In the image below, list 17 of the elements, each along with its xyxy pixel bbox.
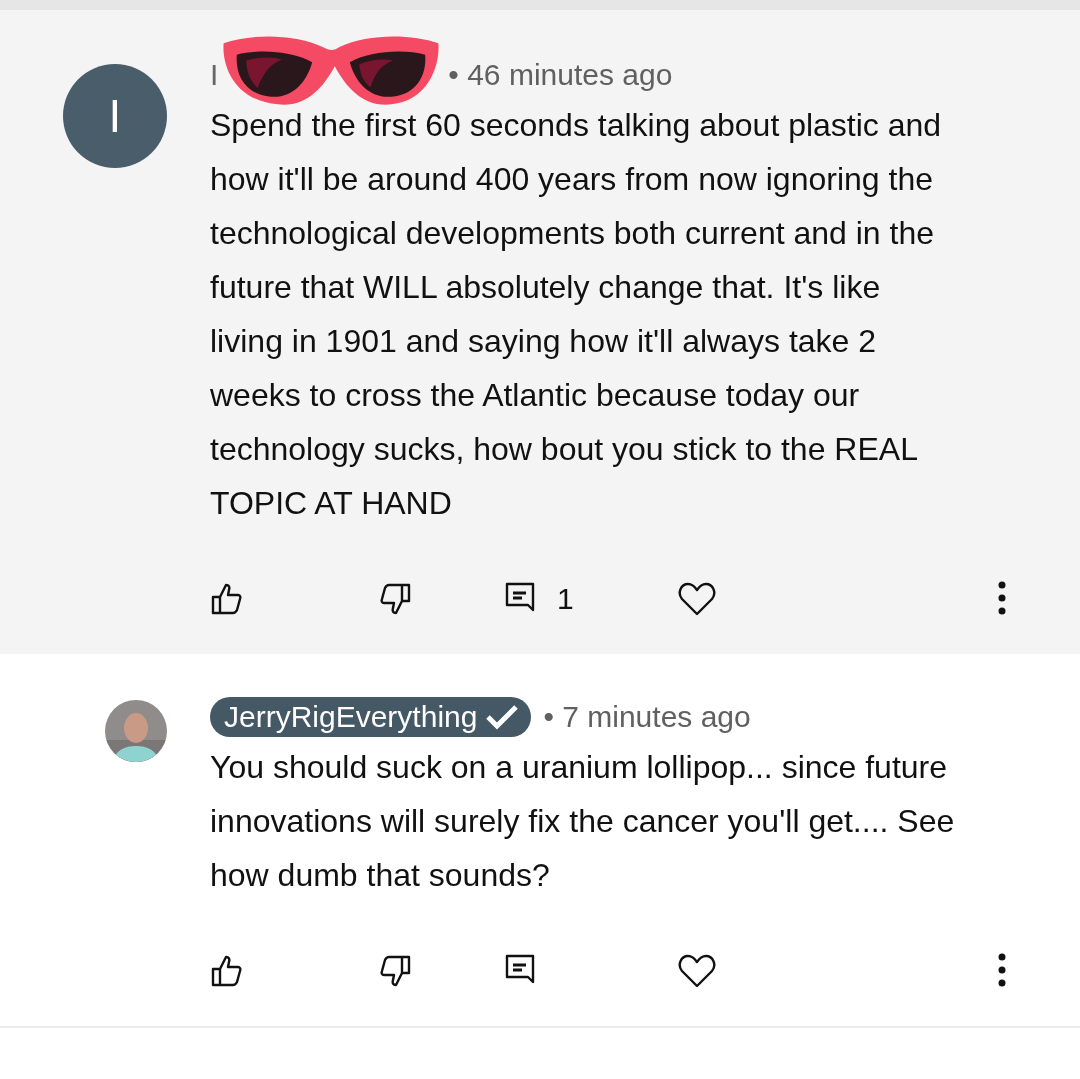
thumbs-up-icon [210,954,244,988]
more-icon [998,580,1006,615]
timestamp: • 46 minutes ago [448,58,673,92]
heart-icon [678,954,716,988]
comment-text: Spend the first 60 seconds talking about plastic and how it'll be around 400 years from now ignoring the technological developments both current and in the future that WILL absolutely change that. It's like living in 1901 and saying how it'll always take 2 weeks to cross the Atlantic because today our technology sucks, how bout you stick to the REAL TOPIC AT HAND [210,106,943,523]
thumbs-down-icon [378,582,412,616]
timestamp: • 7 minutes ago [543,700,751,734]
heart-icon [678,582,716,616]
author-name[interactable]: JerryRigEverything [210,697,532,737]
comment-text: You should suck on a uranium lollipop... since future innovations will surely fix the cancer you'll get.... See how dumb that sounds? [210,748,955,895]
thumbs-down-icon [378,954,412,988]
reply-button[interactable]: 1 [505,571,678,627]
check-icon [485,704,520,730]
author-name[interactable]: I [210,58,219,92]
thumbs-up-icon [210,582,244,616]
more-icon [998,952,1006,987]
avatar[interactable]: I [63,64,167,168]
